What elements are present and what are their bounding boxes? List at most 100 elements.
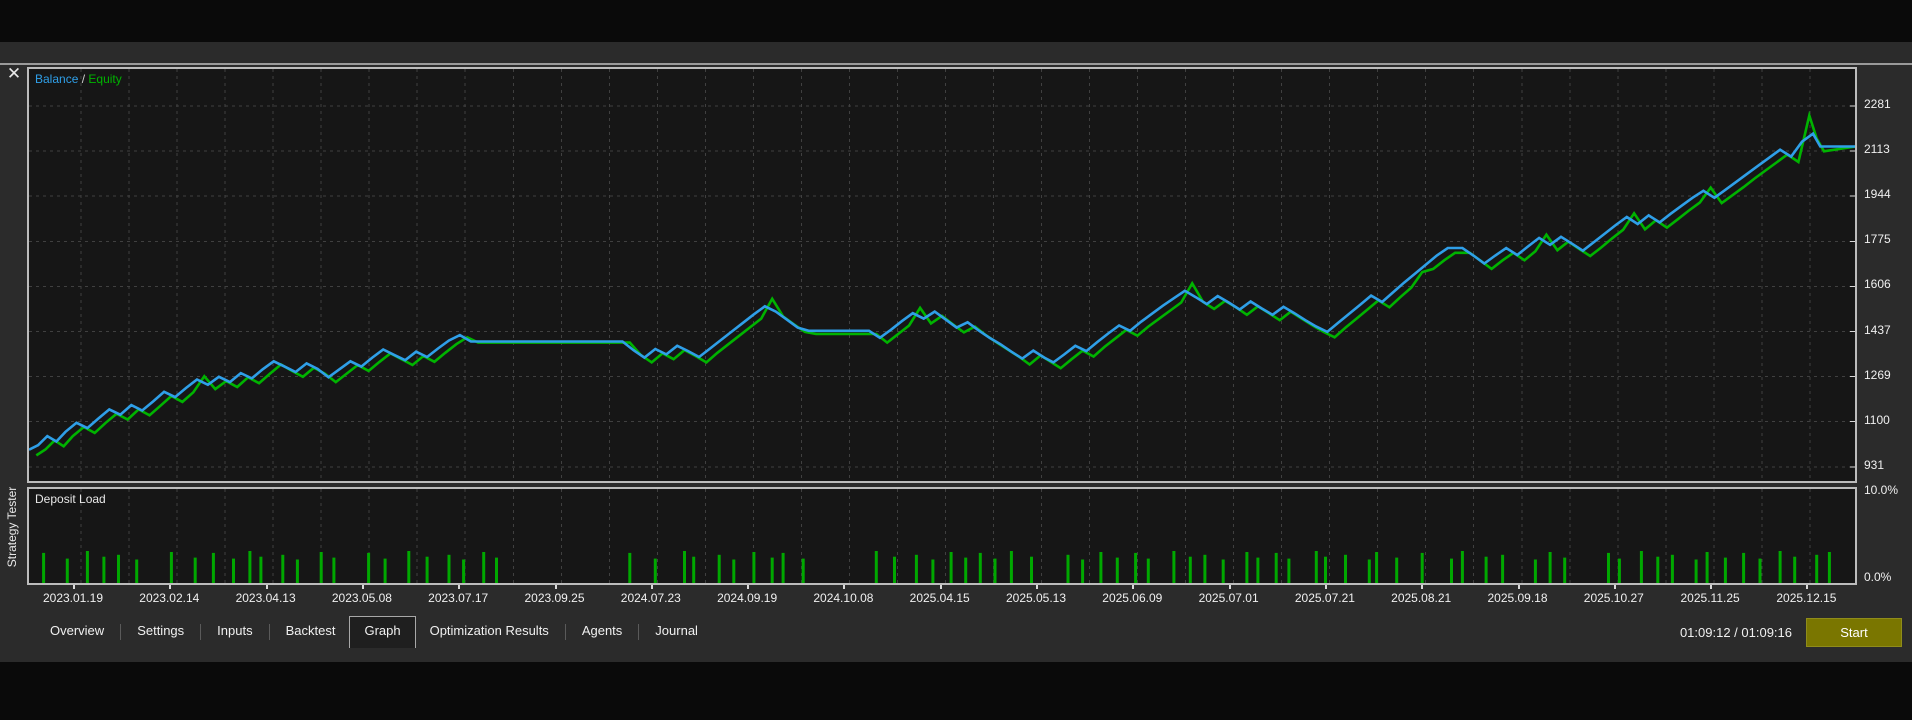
deposit-load-bar (683, 551, 686, 583)
x-axis-label: 2025.06.09 (1102, 591, 1163, 605)
deposit-load-bar (1115, 557, 1119, 583)
tab-graph[interactable]: Graph (349, 616, 416, 648)
tab-overview[interactable]: Overview (36, 616, 118, 648)
x-axis: 2023.01.19 2023.02.14 2023.04.13 2023.05.08… (27, 585, 1857, 610)
x-axis-tick (73, 585, 75, 589)
x-axis-label: 2023.05.08 (331, 591, 392, 605)
x-axis-label: 2024.10.08 (813, 591, 874, 605)
deposit-load-bar (367, 552, 371, 583)
tab-optimization-results[interactable]: Optimization Results (416, 616, 563, 648)
deposit-load-bar (1134, 552, 1138, 583)
x-axis-label: 2023.04.13 (235, 591, 296, 605)
x-axis-tick (169, 585, 172, 589)
y-axis-label: 1606 (1864, 277, 1891, 292)
x-axis-tick (265, 585, 268, 589)
deposit-load-chart[interactable]: Deposit Load (27, 487, 1857, 585)
deposit-load-bar (1827, 552, 1831, 583)
deposit-load-bar (993, 558, 997, 583)
deposit-load-bar (295, 559, 299, 583)
x-axis-tick (1324, 585, 1327, 589)
x-axis-label: 2025.07.01 (1198, 591, 1259, 605)
deposit-load-bar (653, 558, 657, 583)
x-axis-tick (1517, 585, 1520, 589)
deposit-load-bar (1030, 556, 1033, 583)
deposit-load-bar (281, 554, 285, 583)
close-icon[interactable]: ✕ (4, 64, 24, 84)
deposit-load-bar (1705, 552, 1709, 583)
deposit-load-bar (1221, 559, 1225, 583)
y-axis-label: 2113 (1864, 142, 1890, 157)
deposit-load-bar (692, 556, 696, 583)
start-button[interactable]: Start (1806, 618, 1902, 647)
deposit-load-bar (482, 552, 486, 583)
deposit-load-bar (1563, 557, 1567, 583)
tab-agents[interactable]: Agents (568, 616, 636, 648)
tab-settings[interactable]: Settings (123, 616, 198, 648)
deposit-axis-label: 10.0% (1864, 483, 1899, 497)
panel-splitter[interactable] (0, 63, 1912, 65)
tab-separator (120, 624, 122, 640)
x-axis-label: 2023.01.19 (42, 591, 104, 605)
x-axis-tick (1421, 585, 1424, 589)
y-axis-label: 2281 (1864, 97, 1891, 112)
deposit-load-bar (495, 557, 498, 583)
deposit-load-bar (1367, 559, 1371, 583)
deposit-load-bar (65, 558, 69, 583)
deposit-load-bar (211, 552, 215, 583)
y-axis-label: 931 (1864, 457, 1885, 472)
tab-backtest[interactable]: Backtest (272, 616, 350, 648)
deposit-load-bar (1009, 551, 1013, 583)
deposit-load-bar (1245, 552, 1249, 583)
deposit-load-bar (135, 559, 139, 583)
deposit-load-bar (319, 552, 323, 583)
x-axis-tick (1613, 585, 1616, 589)
x-axis-label: 2025.08.21 (1391, 591, 1452, 605)
deposit-load-bar (1548, 552, 1552, 583)
deposit-load-bar (1081, 559, 1085, 583)
deposit-load-bar (407, 551, 411, 583)
y-axis-label: 1775 (1864, 232, 1891, 247)
deposit-load-bar (383, 558, 387, 583)
deposit-load-bar (717, 554, 721, 583)
deposit-load-bar (1501, 554, 1505, 583)
chart-legend: Balance / Equity (35, 72, 122, 86)
x-axis-label: 2025.11.25 (1680, 591, 1740, 605)
deposit-load-bar (893, 556, 896, 583)
balance-equity-chart[interactable]: Balance / Equity (27, 67, 1857, 483)
x-axis-label: 2023.02.14 (139, 591, 200, 605)
tab-separator (268, 624, 270, 640)
deposit-load-bar (1758, 558, 1762, 583)
legend-balance-label: Balance (35, 72, 79, 86)
deposit-load-bar (931, 559, 935, 583)
x-axis-tick (650, 585, 653, 589)
tab-separator (564, 624, 566, 640)
deposit-load-bar (85, 551, 89, 583)
tab-inputs[interactable]: Inputs (203, 616, 266, 648)
series-equity-line (35, 110, 1855, 457)
deposit-load-bar (1314, 551, 1318, 583)
deposit-load-bar (1778, 551, 1782, 583)
tab-journal[interactable]: Journal (641, 616, 712, 648)
x-axis-label: 2024.09.19 (717, 591, 778, 605)
deposit-load-bar (1203, 554, 1207, 583)
deposit-load-bar (1484, 556, 1488, 583)
deposit-load-bar (1344, 554, 1347, 583)
x-axis-tick (554, 585, 557, 589)
deposit-load-bar (117, 554, 120, 583)
deposit-load-bar (1287, 558, 1291, 583)
deposit-load-bar (1656, 556, 1660, 583)
deposit-load-bar (1742, 552, 1746, 583)
deposit-load-bar (447, 554, 451, 583)
x-axis-tick (1228, 585, 1231, 589)
deposit-load-bar (770, 557, 774, 583)
deposit-load-bar (42, 552, 46, 583)
x-axis-label: 2025.05.13 (1005, 591, 1067, 605)
deposit-load-bar (1533, 559, 1537, 583)
deposit-load-bar (1375, 552, 1379, 583)
deposit-load-bar (1450, 558, 1453, 583)
strategy-tester-window: ✕ Strategy Tester Balance / Equity Depos… (0, 0, 1912, 720)
x-axis-label: 2024.07.23 (620, 591, 681, 605)
x-axis-label: 2023.07.17 (428, 591, 489, 605)
deposit-load-plot (42, 489, 1831, 583)
deposit-load-bar (102, 556, 106, 583)
